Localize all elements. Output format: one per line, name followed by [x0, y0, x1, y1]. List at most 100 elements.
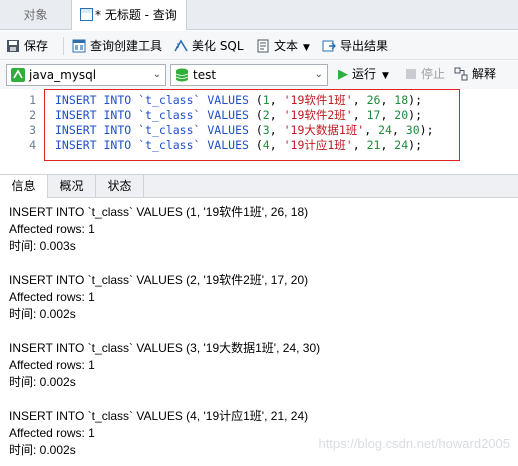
table-identifier: `t_class` — [138, 93, 201, 107]
code-line[interactable]: INSERT INTO `t_class` VALUES (1, '19软件1班… — [55, 93, 422, 108]
keyword: VALUES — [207, 108, 249, 122]
string-literal: '19软件2班' — [283, 108, 353, 122]
separator: , — [269, 93, 284, 107]
table-identifier: `t_class` — [138, 138, 201, 152]
query-builder-button[interactable]: 查询创建工具 — [72, 36, 162, 56]
punctuation: ); — [408, 138, 423, 152]
message-time: 时间: 0.003s — [9, 239, 76, 253]
beautify-sql-button[interactable]: 美化 SQL — [174, 36, 244, 56]
separator: , — [352, 108, 367, 122]
chevron-down-icon: ▼ — [382, 71, 389, 81]
query-builder-label: 查询创建工具 — [90, 39, 163, 53]
keyword: INTO — [103, 123, 132, 137]
toolbar-divider — [63, 37, 64, 55]
line-number: 3 — [29, 123, 36, 137]
tab-info[interactable]: 信息 — [0, 175, 48, 199]
database-value: test — [193, 68, 217, 82]
save-label: 保存 — [24, 39, 49, 53]
number-literal: 20 — [394, 108, 409, 122]
text-menu-button[interactable]: 文本 ▼ — [256, 36, 310, 56]
number-literal: 30 — [405, 123, 420, 137]
keyword: INTO — [103, 108, 132, 122]
run-button[interactable]: ▶ 运行 ▼ — [338, 64, 389, 84]
message-sql: INSERT INTO `t_class` VALUES (1, '19软件1班… — [9, 205, 309, 219]
string-literal: '19大数据1班' — [283, 123, 365, 137]
keyword: INSERT — [55, 138, 97, 152]
message-time: 时间: 0.002s — [9, 443, 76, 457]
message-time: 时间: 0.002s — [9, 307, 76, 321]
number-literal: 4 — [262, 138, 270, 152]
number-literal: 2 — [262, 108, 270, 122]
beautify-icon — [174, 39, 188, 52]
run-label: 运行 — [352, 67, 377, 81]
number-literal: 18 — [394, 93, 409, 107]
stop-button[interactable]: 停止 — [406, 64, 445, 84]
code-line[interactable]: INSERT INTO `t_class` VALUES (4, '19计应1班… — [55, 138, 422, 153]
separator — [249, 138, 256, 152]
tab-overview[interactable]: 概况 — [48, 175, 96, 198]
text-label: 文本 — [274, 39, 299, 53]
message-time: 时间: 0.002s — [9, 375, 76, 389]
chevron-down-icon: ▼ — [303, 43, 310, 53]
number-literal: 1 — [262, 93, 270, 107]
table-identifier: `t_class` — [138, 108, 201, 122]
explain-label: 解释 — [472, 67, 497, 81]
separator — [249, 108, 256, 122]
explain-icon — [454, 67, 468, 81]
message-affected-rows: Affected rows: 1 — [9, 290, 95, 304]
stop-label: 停止 — [421, 67, 446, 81]
separator: , — [269, 123, 284, 137]
connection-value: java_mysql — [29, 68, 97, 82]
separator: , — [391, 123, 406, 137]
string-literal: '19计应1班' — [283, 138, 353, 152]
database-select[interactable]: test ⌄ — [170, 64, 328, 86]
line-number: 1 — [29, 93, 36, 107]
punctuation: ); — [419, 123, 434, 137]
export-results-button[interactable]: 导出结果 — [322, 36, 388, 56]
number-literal: 3 — [262, 123, 270, 137]
connection-select[interactable]: java_mysql ⌄ — [6, 64, 166, 86]
explain-button[interactable]: 解释 — [454, 64, 496, 84]
code-line[interactable]: INSERT INTO `t_class` VALUES (2, '19软件2班… — [55, 108, 422, 123]
message-affected-rows: Affected rows: 1 — [9, 358, 95, 372]
keyword: INTO — [103, 93, 132, 107]
punctuation: ); — [408, 93, 423, 107]
export-icon — [322, 40, 336, 52]
keyword: VALUES — [207, 93, 249, 107]
separator: , — [380, 138, 395, 152]
keyword: VALUES — [207, 123, 249, 137]
chevron-down-icon: ⌄ — [314, 69, 323, 80]
tab-objects[interactable]: 对象 — [0, 0, 72, 30]
separator — [249, 93, 256, 107]
database-icon — [175, 68, 189, 82]
message-sql: INSERT INTO `t_class` VALUES (3, '19大数据1… — [9, 341, 321, 355]
number-literal: 26 — [366, 93, 381, 107]
query-tab-icon — [80, 8, 93, 21]
message-sql: INSERT INTO `t_class` VALUES (4, '19计应1班… — [9, 409, 309, 423]
save-button[interactable]: 保存 — [6, 36, 48, 56]
message-affected-rows: Affected rows: 1 — [9, 222, 95, 236]
chevron-down-icon: ⌄ — [152, 69, 161, 80]
result-tab-bar: 信息 概况 状态 — [0, 174, 518, 199]
line-number: 2 — [29, 108, 36, 122]
beautify-label: 美化 SQL — [192, 39, 244, 53]
tab-status[interactable]: 状态 — [96, 175, 144, 198]
tab-query[interactable]: * 无标题 - 查询 — [72, 0, 187, 30]
message-sql: INSERT INTO `t_class` VALUES (2, '19软件2班… — [9, 273, 309, 287]
run-icon: ▶ — [338, 67, 348, 82]
separator: , — [352, 93, 367, 107]
code-line[interactable]: INSERT INTO `t_class` VALUES (3, '19大数据1… — [55, 123, 434, 138]
keyword: INSERT — [55, 93, 97, 107]
punctuation: ( — [255, 93, 263, 107]
save-icon — [7, 40, 19, 52]
separator: , — [269, 108, 284, 122]
string-literal: '19软件1班' — [283, 93, 353, 107]
watermark: https://blog.csdn.net/howard2005 — [318, 436, 510, 451]
message-affected-rows: Affected rows: 1 — [9, 426, 95, 440]
keyword: INSERT — [55, 123, 97, 137]
selector-bar: java_mysql ⌄ test ⌄ ▶ 运行 ▼ 停止 解释 — [0, 61, 518, 89]
line-number: 4 — [29, 138, 36, 152]
message-output: INSERT INTO `t_class` VALUES (1, '19软件1班… — [0, 198, 518, 466]
separator: , — [269, 138, 284, 152]
separator: , — [352, 138, 367, 152]
